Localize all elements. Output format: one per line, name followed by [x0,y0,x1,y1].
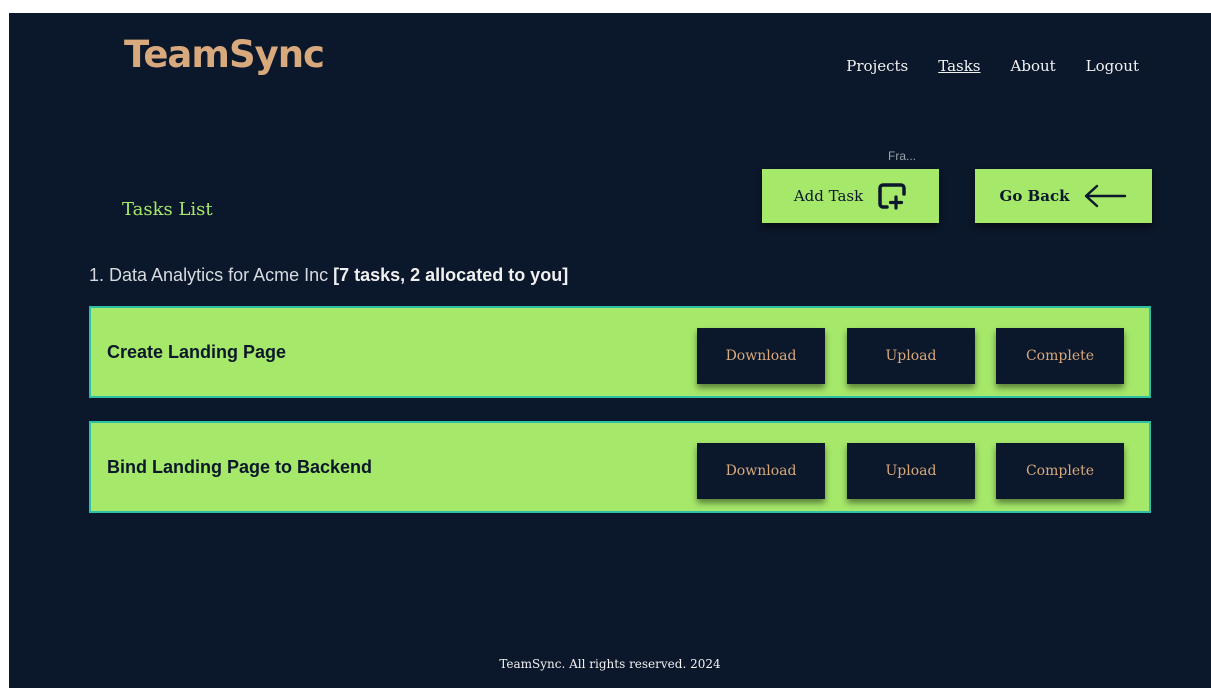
brand-logo[interactable]: TeamSync [124,33,325,76]
nav-item-about[interactable]: About [1011,57,1056,75]
task-card: Create Landing Page Download Upload Comp… [89,306,1151,398]
task-title: Bind Landing Page to Backend [107,457,373,477]
nav-item-tasks[interactable]: Tasks [938,57,980,75]
page-title: Tasks List [122,199,213,220]
complete-button[interactable]: Complete [996,443,1124,499]
task-title: Create Landing Page [107,342,287,362]
go-back-button[interactable]: Go Back [975,169,1152,223]
project-name: 1. Data Analytics for Acme Inc [89,265,334,285]
upload-button[interactable]: Upload [847,328,975,384]
tooltip-hint: Fra... [888,149,917,163]
nav-item-projects[interactable]: Projects [846,57,908,75]
add-task-button[interactable]: Add Task [762,169,939,223]
download-button[interactable]: Download [697,328,825,384]
complete-button[interactable]: Complete [996,328,1124,384]
footer-text: TeamSync. All rights reserved. 2024 [499,657,721,671]
add-square-icon [877,182,907,210]
download-button[interactable]: Download [697,443,825,499]
app-window: TeamSync Projects Tasks About Logout Tas… [9,13,1211,688]
project-summary: [7 tasks, 2 allocated to you] [333,265,569,285]
go-back-label: Go Back [999,187,1070,205]
project-heading: 1. Data Analytics for Acme Inc [7 tasks,… [89,265,568,286]
arrow-left-icon [1083,184,1127,208]
add-task-label: Add Task [793,187,864,205]
nav-item-logout[interactable]: Logout [1086,57,1139,75]
upload-button[interactable]: Upload [847,443,975,499]
task-card: Bind Landing Page to Backend Download Up… [89,421,1151,513]
main-nav: Projects Tasks About Logout [846,57,1139,75]
